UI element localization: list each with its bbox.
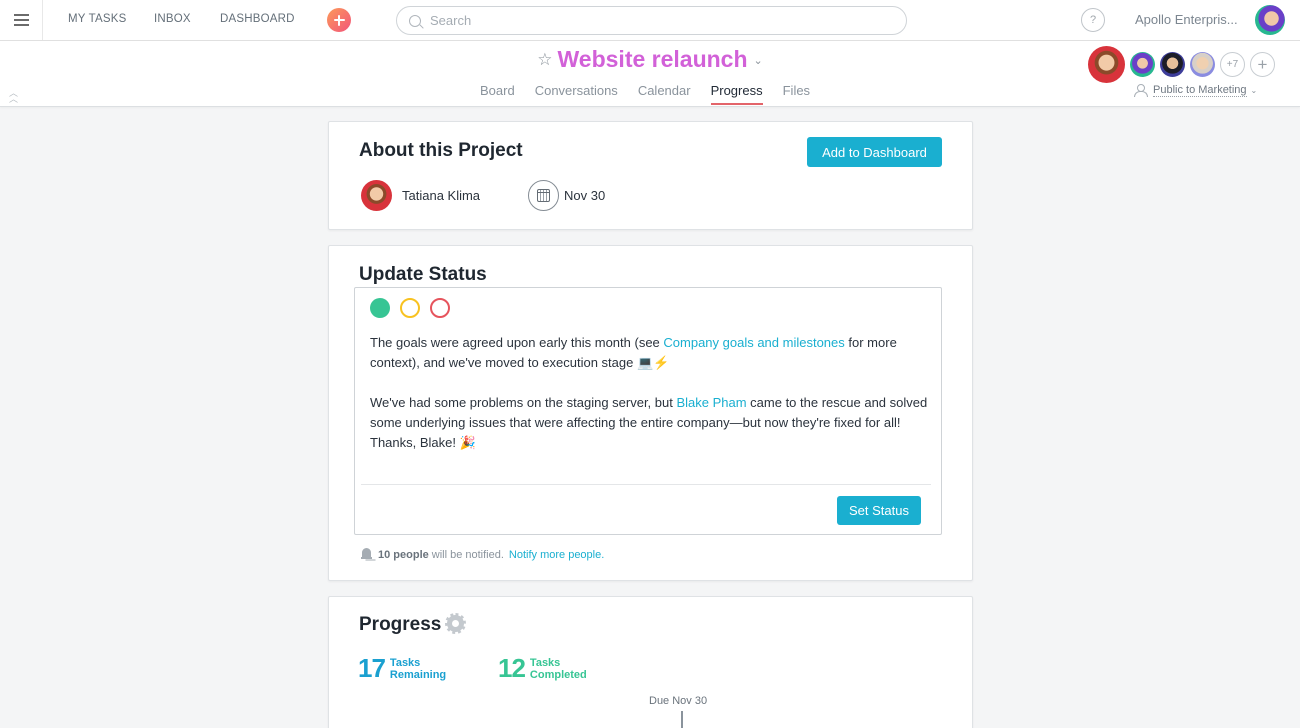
blake-pham-link[interactable]: Blake Pham [676, 395, 746, 410]
tasks-completed-label: Tasks Completed [530, 657, 587, 681]
add-to-dashboard-button[interactable]: Add to Dashboard [807, 137, 942, 167]
project-title[interactable]: Website relaunch [558, 46, 748, 73]
privacy-dropdown[interactable]: Public to Marketing ⌄ [1133, 84, 1257, 97]
about-project-card: About this Project Add to Dashboard Tati… [328, 121, 973, 230]
status-editor[interactable]: The goals were agreed upon early this mo… [354, 287, 942, 535]
status-paragraph: The goals were agreed upon early this mo… [370, 333, 930, 373]
company-goals-link[interactable]: Company goals and milestones [663, 335, 844, 350]
more-members-button[interactable]: +7 [1220, 52, 1245, 77]
progress-title: Progress [359, 614, 442, 635]
collapse-chevron-icon[interactable]: ︿ ︿ [9, 89, 18, 104]
label-line: Completed [529, 668, 587, 681]
notify-more-link[interactable]: Notify more people. [509, 549, 604, 561]
nav-dashboard[interactable]: DASHBOARD [220, 13, 295, 25]
tasks-remaining-count: 17 [358, 653, 386, 683]
status-text[interactable]: The goals were agreed upon early this mo… [370, 333, 930, 473]
notify-text: will be notified. [431, 548, 504, 561]
add-member-button[interactable]: + [1250, 52, 1275, 77]
status-green-option[interactable] [370, 298, 390, 318]
member-avatar[interactable] [1160, 52, 1185, 77]
tab-calendar[interactable]: Calendar [638, 83, 691, 105]
tab-conversations[interactable]: Conversations [535, 83, 618, 105]
star-icon[interactable]: ☆ [537, 50, 552, 70]
people-icon [1133, 84, 1148, 97]
label-line: Remaining [389, 668, 447, 681]
member-avatar[interactable] [1190, 52, 1215, 77]
update-status-card: Update Status The goals were agreed upon… [328, 245, 973, 581]
about-title: About this Project [359, 140, 523, 161]
tasks-remaining-label: Tasks Remaining [390, 657, 446, 681]
search-bar[interactable] [396, 6, 907, 35]
set-status-button[interactable]: Set Status [837, 496, 921, 525]
member-avatar[interactable] [1130, 52, 1155, 77]
gear-icon[interactable] [445, 613, 466, 634]
notify-count: 10 people [378, 548, 429, 561]
bell-icon [361, 548, 372, 561]
project-owner[interactable]: Tatiana Klima [361, 180, 480, 211]
search-input[interactable] [430, 13, 890, 28]
due-date-line [681, 711, 683, 728]
tab-files[interactable]: Files [783, 83, 810, 105]
project-members: +7 + [1088, 46, 1280, 83]
help-button[interactable]: ? [1081, 8, 1105, 32]
quick-add-button[interactable] [327, 8, 351, 32]
privacy-label: Public to Marketing [1153, 84, 1247, 97]
calendar-icon [528, 180, 559, 211]
due-date-marker: Due Nov 30 [649, 695, 708, 707]
project-header: ︿ ︿ ☆ Website relaunch ⌄ Board Conversati… [0, 41, 1300, 107]
status-paragraph: We've had some problems on the staging s… [370, 393, 930, 453]
label-line: Tasks [529, 656, 561, 669]
notification-info: 10 people will be notified. Notify more … [361, 548, 604, 561]
progress-card: Progress 17 Tasks Remaining 12 Tasks Compl… [328, 596, 973, 728]
project-tabs: Board Conversations Calendar Progress Fi… [480, 83, 830, 105]
member-avatar[interactable] [1088, 46, 1125, 83]
status-yellow-option[interactable] [400, 298, 420, 318]
menu-icon[interactable] [0, 0, 43, 40]
user-avatar[interactable] [1255, 5, 1285, 35]
due-date-value: Nov 30 [564, 188, 606, 203]
status-red-option[interactable] [430, 298, 450, 318]
label-line: Tasks [389, 656, 421, 669]
text-span: The goals were agreed upon early this mo… [370, 335, 664, 350]
organization-switcher[interactable]: Apollo Enterpris... [1135, 12, 1238, 27]
owner-avatar [361, 180, 392, 211]
chevron-down-icon: ⌄ [1250, 86, 1258, 95]
update-status-title: Update Status [359, 264, 487, 285]
text-span: We've had some problems on the staging s… [370, 395, 677, 410]
nav-my-tasks[interactable]: MY TASKS [68, 13, 126, 25]
project-due-date[interactable]: Nov 30 [528, 180, 605, 211]
tasks-completed-count: 12 [498, 653, 526, 683]
tab-progress[interactable]: Progress [710, 83, 763, 105]
nav-inbox[interactable]: INBOX [154, 13, 191, 25]
tasks-remaining-stat: 17 Tasks Remaining [358, 653, 446, 684]
owner-name: Tatiana Klima [402, 188, 481, 203]
chevron-down-icon[interactable]: ⌄ [754, 54, 763, 67]
top-bar: MY TASKS INBOX DASHBOARD ? Apollo Enterp… [0, 0, 1300, 41]
search-icon [409, 14, 421, 27]
tasks-completed-stat: 12 Tasks Completed [498, 653, 587, 684]
divider [361, 484, 931, 485]
status-color-picker [370, 298, 450, 318]
tab-board[interactable]: Board [480, 83, 515, 105]
